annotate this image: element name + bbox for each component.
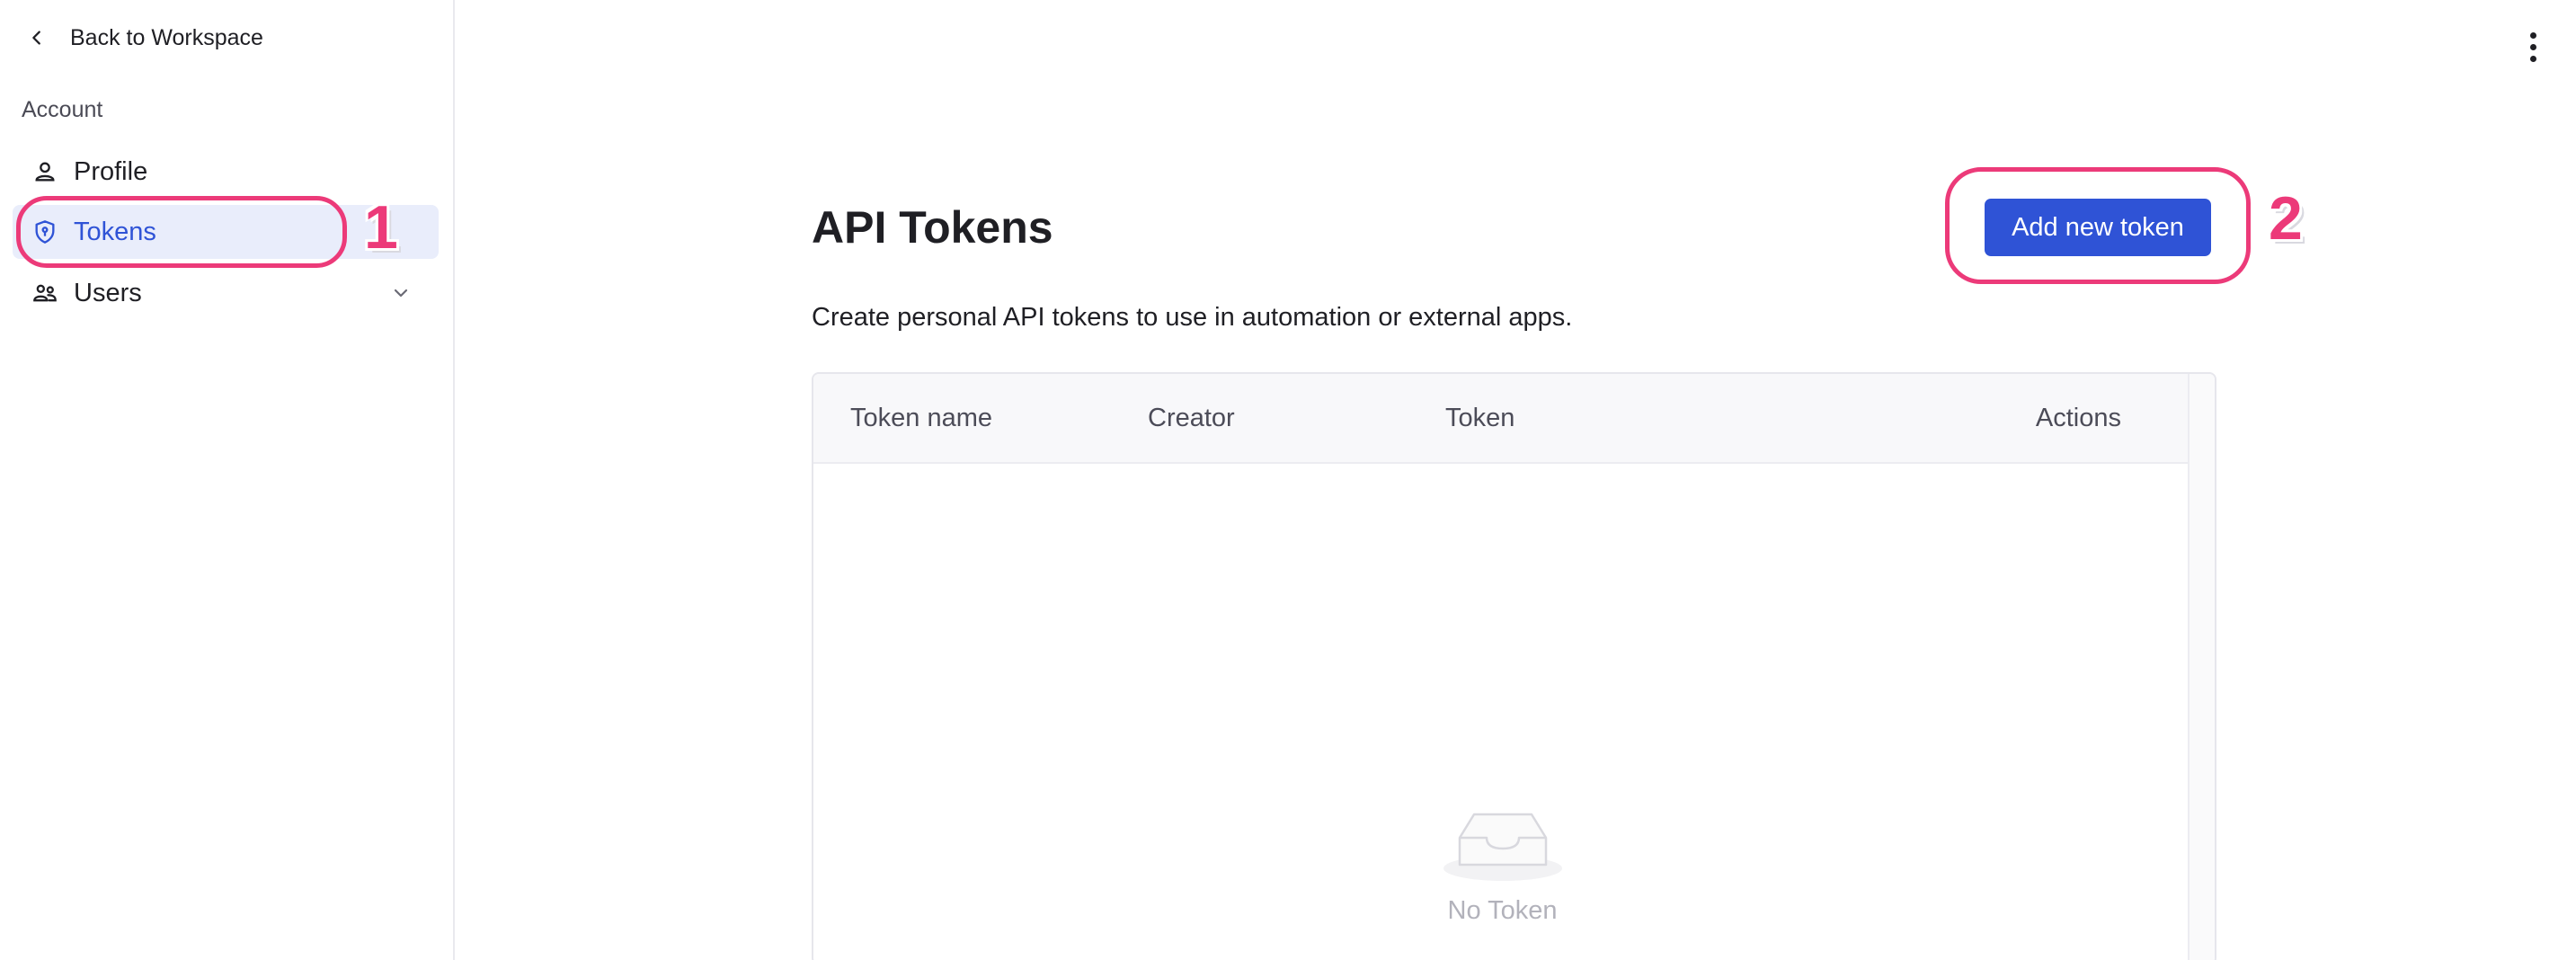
table-scrollbar[interactable] <box>2188 374 2215 960</box>
users-icon <box>31 279 59 307</box>
add-new-token-button[interactable]: Add new token <box>1985 199 2211 256</box>
column-header-token[interactable]: Token <box>1445 404 1515 433</box>
back-link-label: Back to Workspace <box>70 24 263 50</box>
chevron-down-icon[interactable] <box>390 282 412 304</box>
kebab-dot-icon <box>2529 55 2536 62</box>
sidebar-item-profile[interactable]: Profile <box>13 145 439 199</box>
annotation-marker-2: 2 <box>2269 184 2303 253</box>
user-icon <box>31 157 59 186</box>
column-header-creator[interactable]: Creator <box>1148 404 1235 433</box>
sidebar-item-label: Tokens <box>74 217 156 246</box>
empty-inbox-icon <box>1443 813 1562 881</box>
shield-icon <box>31 218 59 246</box>
page-title: API Tokens <box>812 202 1053 253</box>
sidebar-item-users[interactable]: Users <box>13 266 439 320</box>
page-subtitle: Create personal API tokens to use in aut… <box>812 303 1573 332</box>
table-header: Token name Creator Token Actions <box>813 374 2191 464</box>
empty-state: No Token <box>813 804 2191 926</box>
sidebar-item-label: Users <box>74 278 142 307</box>
empty-state-text: No Token <box>1447 896 1558 925</box>
chevron-left-icon <box>32 31 40 45</box>
sidebar-item-tokens[interactable]: Tokens <box>13 205 439 259</box>
column-header-token-name[interactable]: Token name <box>850 404 992 433</box>
kebab-dot-icon <box>2529 43 2536 50</box>
more-options-button[interactable] <box>2515 27 2551 67</box>
back-to-workspace-link[interactable]: Back to Workspace <box>27 20 263 56</box>
column-header-actions: Actions <box>2035 404 2121 432</box>
sidebar: Back to Workspace Account Profile Tokens… <box>0 0 455 960</box>
section-label-account: Account <box>22 97 103 122</box>
kebab-dot-icon <box>2529 31 2536 39</box>
tokens-table: Token name Creator Token Actions No Toke… <box>812 372 2216 960</box>
sidebar-item-label: Profile <box>74 156 148 186</box>
